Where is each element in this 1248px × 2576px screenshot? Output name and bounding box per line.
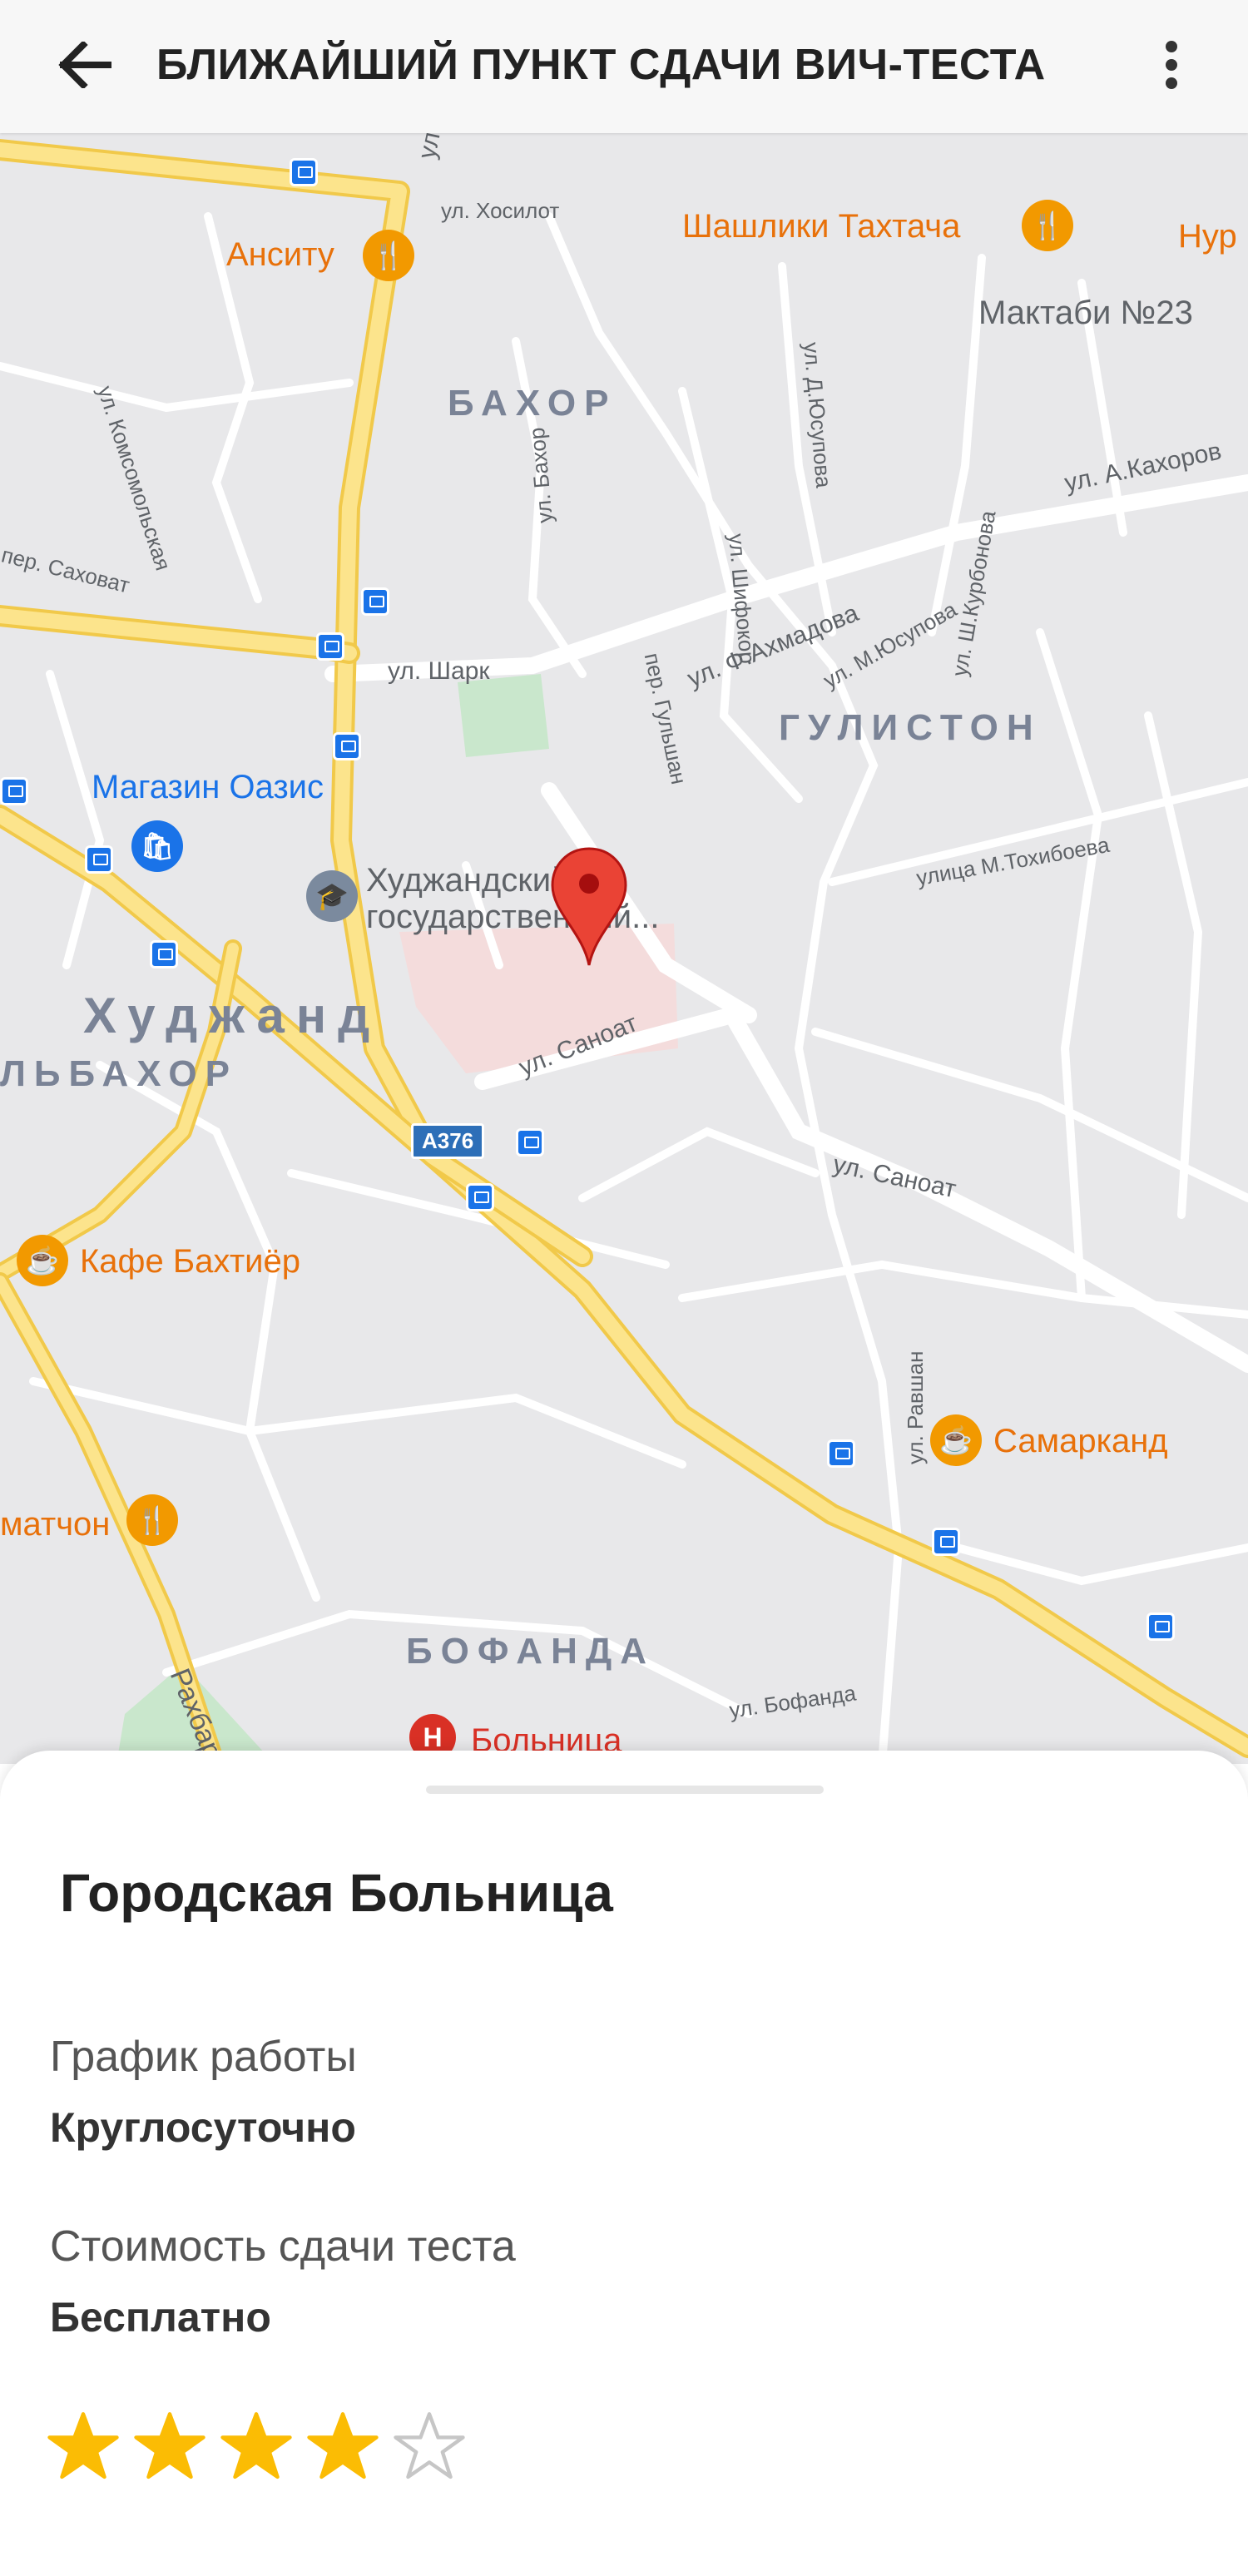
location-pin-icon[interactable] bbox=[549, 845, 629, 968]
more-vert-icon[interactable] bbox=[1148, 32, 1195, 98]
district-label: ЛЬБАХОР bbox=[0, 1053, 239, 1094]
page-title: БЛИЖАЙШИЙ ПУНКТ СДАЧИ ВИЧ-ТЕСТА bbox=[156, 41, 1046, 89]
cost-value: Бесплатно bbox=[50, 2294, 271, 2341]
bus-stop-icon[interactable] bbox=[290, 158, 318, 186]
poi-label-university-1[interactable]: Худжандский bbox=[366, 862, 569, 899]
place-details-sheet[interactable]: Городская Больница График работы Круглос… bbox=[0, 1751, 1248, 2576]
arrow-back-icon[interactable] bbox=[52, 32, 118, 98]
restaurant-icon[interactable]: 🍴 bbox=[1022, 200, 1073, 251]
poi-label-cafe[interactable]: Кафе Бахтиёр bbox=[80, 1243, 300, 1281]
bus-stop-icon[interactable] bbox=[150, 940, 178, 968]
bus-stop-icon[interactable] bbox=[1146, 1612, 1175, 1641]
street-label: ул. Хосилот bbox=[441, 198, 560, 223]
star-filled-icon[interactable] bbox=[133, 2410, 206, 2483]
star-filled-icon[interactable] bbox=[47, 2410, 120, 2483]
hours-value: Круглосуточно bbox=[50, 2104, 356, 2151]
poi-label-matchon[interactable]: матчон bbox=[0, 1506, 110, 1543]
district-label: ГУЛИСТОН bbox=[779, 707, 1042, 748]
poi-label-nur[interactable]: Нур bbox=[1178, 218, 1237, 255]
bus-stop-icon[interactable] bbox=[85, 845, 113, 874]
restaurant-icon[interactable]: 🍴 bbox=[126, 1494, 178, 1546]
restaurant-icon[interactable]: 🍴 bbox=[363, 230, 414, 281]
bus-stop-icon[interactable] bbox=[932, 1528, 960, 1556]
hours-label: График работы bbox=[50, 2033, 357, 2081]
sheet-drag-handle[interactable] bbox=[426, 1786, 824, 1794]
bus-stop-icon[interactable] bbox=[466, 1183, 494, 1211]
road-shield: А376 bbox=[411, 1123, 485, 1159]
bus-stop-icon[interactable] bbox=[333, 732, 361, 760]
bus-stop-icon[interactable] bbox=[361, 587, 389, 616]
district-label: БОФАНДА bbox=[406, 1631, 655, 1672]
poi-label-samarkand[interactable]: Самарканд bbox=[993, 1423, 1168, 1460]
cost-label: Стоимость сдачи теста bbox=[50, 2222, 516, 2271]
district-label: Худжанд bbox=[83, 988, 382, 1043]
bus-stop-icon[interactable] bbox=[827, 1439, 855, 1468]
bus-stop-icon[interactable] bbox=[516, 1128, 544, 1157]
street-label: ул. Равшан bbox=[903, 1350, 928, 1464]
map-view[interactable]: ул. Хосилот ул. Комсомольская ул. Шифоко… bbox=[0, 133, 1248, 1764]
bus-stop-icon[interactable] bbox=[0, 777, 28, 805]
cafe-icon[interactable]: ☕ bbox=[930, 1414, 982, 1466]
cafe-icon[interactable]: ☕ bbox=[17, 1235, 68, 1286]
poi-label-shashliki[interactable]: Шашлики Тахтача bbox=[682, 208, 960, 245]
star-empty-icon[interactable] bbox=[393, 2410, 466, 2483]
rating-stars[interactable] bbox=[47, 2410, 466, 2483]
star-filled-icon[interactable] bbox=[306, 2410, 379, 2483]
bus-stop-icon[interactable] bbox=[316, 632, 344, 661]
star-filled-icon[interactable] bbox=[220, 2410, 293, 2483]
app-bar: БЛИЖАЙШИЙ ПУНКТ СДАЧИ ВИЧ-ТЕСТА bbox=[0, 0, 1248, 133]
poi-label-maktabi[interactable]: Мактаби №23 bbox=[978, 295, 1193, 332]
district-label: БАХОР bbox=[448, 383, 617, 424]
shopping-bag-icon[interactable]: 🛍 bbox=[131, 820, 183, 872]
poi-label-oazis[interactable]: Магазин Оазис bbox=[92, 769, 324, 806]
street-label: ул. Шарк bbox=[388, 657, 490, 685]
place-name: Городская Больница bbox=[60, 1863, 613, 1923]
poi-label-ansitu[interactable]: Анситу bbox=[226, 236, 334, 274]
graduation-cap-icon[interactable]: 🎓 bbox=[306, 870, 358, 922]
